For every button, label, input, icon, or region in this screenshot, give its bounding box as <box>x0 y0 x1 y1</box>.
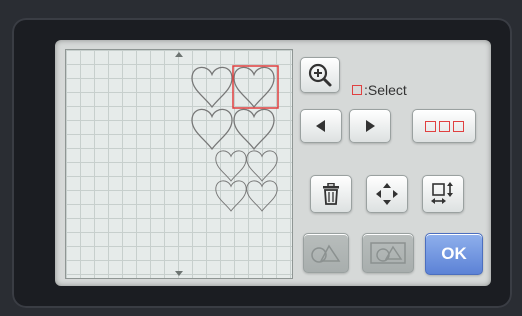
arrow-right-icon <box>366 120 375 132</box>
zoom-in-icon <box>308 63 332 87</box>
heart[interactable] <box>215 150 247 182</box>
move-icon <box>376 183 398 205</box>
select-all-button[interactable] <box>412 109 476 143</box>
heart[interactable] <box>191 108 233 150</box>
shape-cut-icon <box>311 244 341 263</box>
select-legend: :Select <box>352 82 407 98</box>
heart[interactable] <box>246 180 278 212</box>
shape-cut-button[interactable] <box>303 233 349 273</box>
resize-icon <box>431 182 453 204</box>
resize-button[interactable] <box>422 175 464 213</box>
delete-icon <box>323 183 339 205</box>
heart[interactable] <box>215 180 247 212</box>
arrow-left-icon <box>316 120 325 132</box>
move-button[interactable] <box>366 175 408 213</box>
ok-button[interactable]: OK <box>425 233 483 275</box>
previous-button[interactable] <box>300 109 342 143</box>
ok-label: OK <box>441 244 467 263</box>
cutting-mat-preview[interactable] <box>65 49 293 279</box>
heart[interactable] <box>233 66 275 108</box>
shape-draw-button[interactable] <box>362 233 414 273</box>
touch-screen: :Select OK <box>55 40 491 286</box>
heart[interactable] <box>233 108 275 150</box>
shape-draw-icon <box>370 242 406 264</box>
select-label: :Select <box>364 82 407 98</box>
heart[interactable] <box>246 150 278 182</box>
heart[interactable] <box>191 66 233 108</box>
selection-square-icon <box>352 85 362 95</box>
delete-button[interactable] <box>310 175 352 213</box>
select-all-icon <box>424 120 464 132</box>
zoom-button[interactable] <box>300 57 340 93</box>
heart-shapes <box>191 65 279 212</box>
next-button[interactable] <box>349 109 391 143</box>
